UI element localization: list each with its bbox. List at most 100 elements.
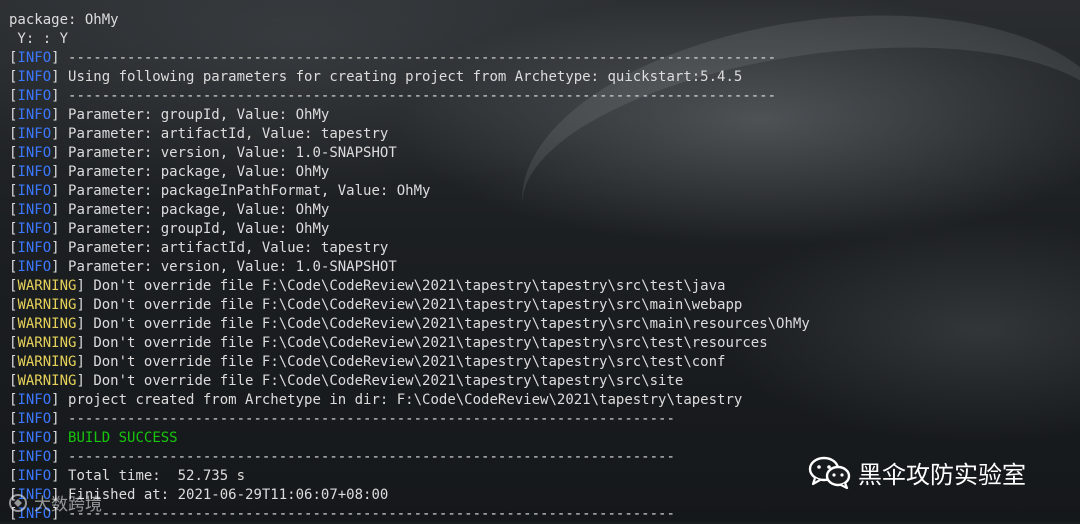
info-tag: INFO <box>17 50 52 66</box>
console-line-text: Parameter: artifactId, Value: tapestry <box>59 240 389 256</box>
info-tag: INFO <box>17 240 52 256</box>
console-line-text: Using following parameters for creating … <box>59 69 743 85</box>
console-line: [INFO] Parameter: artifactId, Value: tap… <box>9 239 1080 258</box>
console-line: [INFO] BUILD SUCCESS <box>9 429 1080 448</box>
console-line-text: Parameter: version, Value: 1.0-SNAPSHOT <box>59 259 397 275</box>
console-line-text: Don't override file F:\Code\CodeReview\2… <box>84 316 810 332</box>
console-line-text: Parameter: package, Value: OhMy <box>59 202 330 218</box>
console-line-text: Parameter: package, Value: OhMy <box>59 164 330 180</box>
console-line-text: project created from Archetype in dir: F… <box>59 392 743 408</box>
corner-watermark-label: 大数跨境 <box>34 495 102 515</box>
build-success-text: BUILD SUCCESS <box>68 430 178 446</box>
wechat-icon <box>808 456 851 489</box>
bracket-close: ] <box>76 278 85 294</box>
console-line-text: Parameter: version, Value: 1.0-SNAPSHOT <box>59 145 397 161</box>
bracket-close: ] <box>51 183 60 199</box>
info-tag: INFO <box>17 69 52 85</box>
console-line: [INFO] project created from Archetype in… <box>9 391 1080 410</box>
info-tag: INFO <box>17 202 52 218</box>
bracket-close: ] <box>51 126 60 142</box>
bracket-close: ] <box>51 430 60 446</box>
bracket-close: ] <box>51 392 60 408</box>
bracket-close: ] <box>51 50 60 66</box>
info-tag: INFO <box>17 449 52 465</box>
console-line-text: ----------------------------------------… <box>59 411 675 427</box>
console-line: [WARNING] Don't override file F:\Code\Co… <box>9 334 1080 353</box>
warning-tag: WARNING <box>17 278 77 294</box>
console-line-text: ----------------------------------------… <box>59 506 675 522</box>
console-line-text: Finished at: 2021-06-29T11:06:07+08:00 <box>59 487 389 503</box>
info-tag: INFO <box>17 145 52 161</box>
info-tag: INFO <box>17 107 52 123</box>
console-line-text: Don't override file F:\Code\CodeReview\2… <box>84 335 768 351</box>
bracket-close: ] <box>76 373 85 389</box>
bracket-close: ] <box>76 335 85 351</box>
console-line: [INFO] Parameter: version, Value: 1.0-SN… <box>9 144 1080 163</box>
console-line-text: Parameter: groupId, Value: OhMy <box>59 107 330 123</box>
bracket-close: ] <box>51 240 60 256</box>
console-line: [INFO] ---------------------------------… <box>9 410 1080 429</box>
console-line-text: Don't override file F:\Code\CodeReview\2… <box>84 373 684 389</box>
console-line: [WARNING] Don't override file F:\Code\Co… <box>9 372 1080 391</box>
bracket-close: ] <box>51 221 60 237</box>
info-tag: INFO <box>17 259 52 275</box>
bracket-close: ] <box>76 316 85 332</box>
console-line: package: OhMy <box>9 11 1080 30</box>
console-line: [WARNING] Don't override file F:\Code\Co… <box>9 315 1080 334</box>
console-line: [INFO] ---------------------------------… <box>9 49 1080 68</box>
warning-tag: WARNING <box>17 316 77 332</box>
logo-icon <box>9 493 27 512</box>
console-line-text: Total time: 52.735 s <box>59 468 246 484</box>
console-line: [WARNING] Don't override file F:\Code\Co… <box>9 353 1080 372</box>
terminal-output[interactable]: package: OhMy Y: : Y [INFO] -------------… <box>9 11 1080 524</box>
console-line-text: ----------------------------------------… <box>59 88 777 104</box>
bracket-close: ] <box>51 449 60 465</box>
console-line-text: package: OhMy <box>9 12 119 28</box>
console-line: [WARNING] Don't override file F:\Code\Co… <box>9 277 1080 296</box>
bracket-close: ] <box>76 297 85 313</box>
console-line-text <box>60 430 68 446</box>
bracket-close: ] <box>51 259 60 275</box>
bracket-close: ] <box>51 411 60 427</box>
console-line-text: Don't override file F:\Code\CodeReview\2… <box>84 278 726 294</box>
info-tag: INFO <box>17 126 52 142</box>
console-line-text: Parameter: artifactId, Value: tapestry <box>59 126 389 142</box>
warning-tag: WARNING <box>17 373 77 389</box>
bracket-close: ] <box>51 202 60 218</box>
console-line: [INFO] Parameter: package, Value: OhMy <box>9 163 1080 182</box>
console-line-text: Parameter: packageInPathFormat, Value: O… <box>59 183 431 199</box>
console-line: Y: : Y <box>9 30 1080 49</box>
console-line: [INFO] Parameter: groupId, Value: OhMy <box>9 106 1080 125</box>
warning-tag: WARNING <box>17 297 77 313</box>
console-line: [INFO] Parameter: version, Value: 1.0-SN… <box>9 258 1080 277</box>
console-line: [INFO] ---------------------------------… <box>9 505 1080 524</box>
console-line: [INFO] Parameter: artifactId, Value: tap… <box>9 125 1080 144</box>
console-line: [INFO] Parameter: package, Value: OhMy <box>9 201 1080 220</box>
console-line: [INFO] ---------------------------------… <box>9 87 1080 106</box>
console-line-text: Don't override file F:\Code\CodeReview\2… <box>84 354 726 370</box>
info-tag: INFO <box>17 392 52 408</box>
bracket-close: ] <box>51 69 60 85</box>
corner-watermark: 大数跨境 <box>8 490 102 515</box>
bracket-close: ] <box>51 164 60 180</box>
console-line-text: Don't override file F:\Code\CodeReview\2… <box>84 297 743 313</box>
info-tag: INFO <box>17 183 52 199</box>
bracket-close: ] <box>51 468 60 484</box>
bracket-close: ] <box>51 88 60 104</box>
info-tag: INFO <box>17 88 52 104</box>
console-line: [WARNING] Don't override file F:\Code\Co… <box>9 296 1080 315</box>
console-line: [INFO] Parameter: groupId, Value: OhMy <box>9 220 1080 239</box>
console-line: [INFO] Using following parameters for cr… <box>9 68 1080 87</box>
info-tag: INFO <box>17 430 52 446</box>
wechat-watermark: 黑伞攻防实验室 <box>808 452 1026 492</box>
console-line-text: ----------------------------------------… <box>59 50 777 66</box>
console-line: [INFO] Parameter: packageInPathFormat, V… <box>9 182 1080 201</box>
bracket-close: ] <box>51 145 60 161</box>
watermark-label: 黑伞攻防实验室 <box>858 460 1026 489</box>
warning-tag: WARNING <box>17 335 77 351</box>
console-line-text: Y: : Y <box>9 31 69 47</box>
console-line-text: Parameter: groupId, Value: OhMy <box>59 221 330 237</box>
info-tag: INFO <box>17 164 52 180</box>
info-tag: INFO <box>17 468 52 484</box>
console-line-text: ----------------------------------------… <box>59 449 675 465</box>
